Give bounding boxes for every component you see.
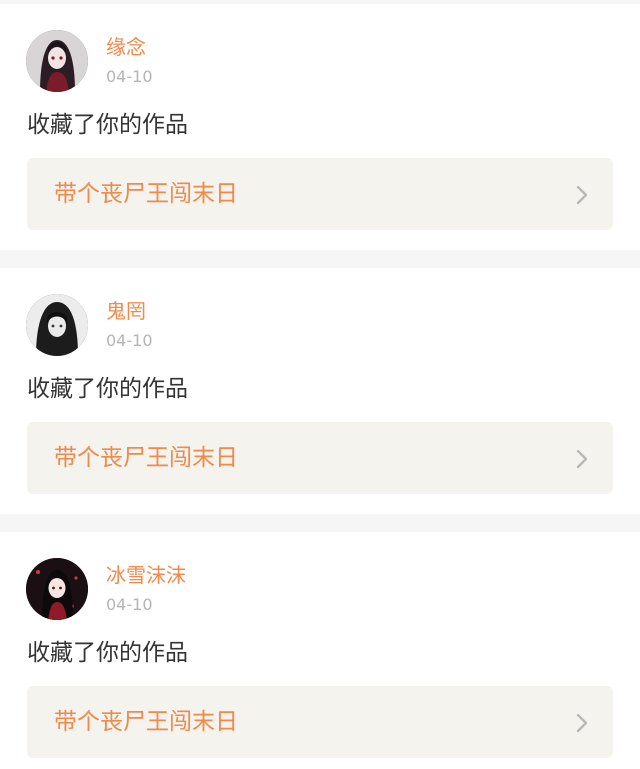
work-link-card[interactable]: 带个丧尸王闯末日 bbox=[27, 686, 613, 758]
work-title: 带个丧尸王闯末日 bbox=[54, 181, 238, 207]
avatar[interactable] bbox=[26, 558, 88, 620]
avatar[interactable] bbox=[26, 30, 88, 92]
username[interactable]: 冰雪沫沫 bbox=[106, 562, 186, 588]
avatar-anime-girl-red-icon bbox=[26, 30, 88, 92]
timestamp: 04-10 bbox=[106, 331, 153, 350]
avatar[interactable] bbox=[26, 294, 88, 356]
work-link-card[interactable]: 带个丧尸王闯末日 bbox=[27, 422, 613, 494]
chevron-right-icon bbox=[575, 448, 589, 470]
timestamp: 04-10 bbox=[106, 67, 153, 86]
work-link-card[interactable]: 带个丧尸王闯末日 bbox=[27, 158, 613, 230]
chevron-right-icon bbox=[575, 184, 589, 206]
activity-text: 收藏了你的作品 bbox=[27, 112, 188, 138]
notification-card: 鬼罔 04-10 收藏了你的作品 带个丧尸王闯末日 bbox=[0, 268, 640, 514]
activity-text: 收藏了你的作品 bbox=[27, 376, 188, 402]
work-title: 带个丧尸王闯末日 bbox=[54, 709, 238, 735]
notification-card: 冰雪沫沫 04-10 收藏了你的作品 带个丧尸王闯末日 bbox=[0, 532, 640, 769]
username[interactable]: 鬼罔 bbox=[106, 298, 146, 324]
chevron-right-icon bbox=[575, 712, 589, 734]
activity-text: 收藏了你的作品 bbox=[27, 640, 188, 666]
notification-feed: 缘念 04-10 收藏了你的作品 带个丧尸王闯末日 鬼罔 04-10 收藏了你的… bbox=[0, 0, 640, 769]
avatar-hooded-figure-icon bbox=[26, 294, 88, 356]
notification-card: 缘念 04-10 收藏了你的作品 带个丧尸王闯末日 bbox=[0, 4, 640, 250]
timestamp: 04-10 bbox=[106, 595, 153, 614]
avatar-anime-girl-dark-icon bbox=[26, 558, 88, 620]
work-title: 带个丧尸王闯末日 bbox=[54, 445, 238, 471]
username[interactable]: 缘念 bbox=[106, 34, 146, 60]
